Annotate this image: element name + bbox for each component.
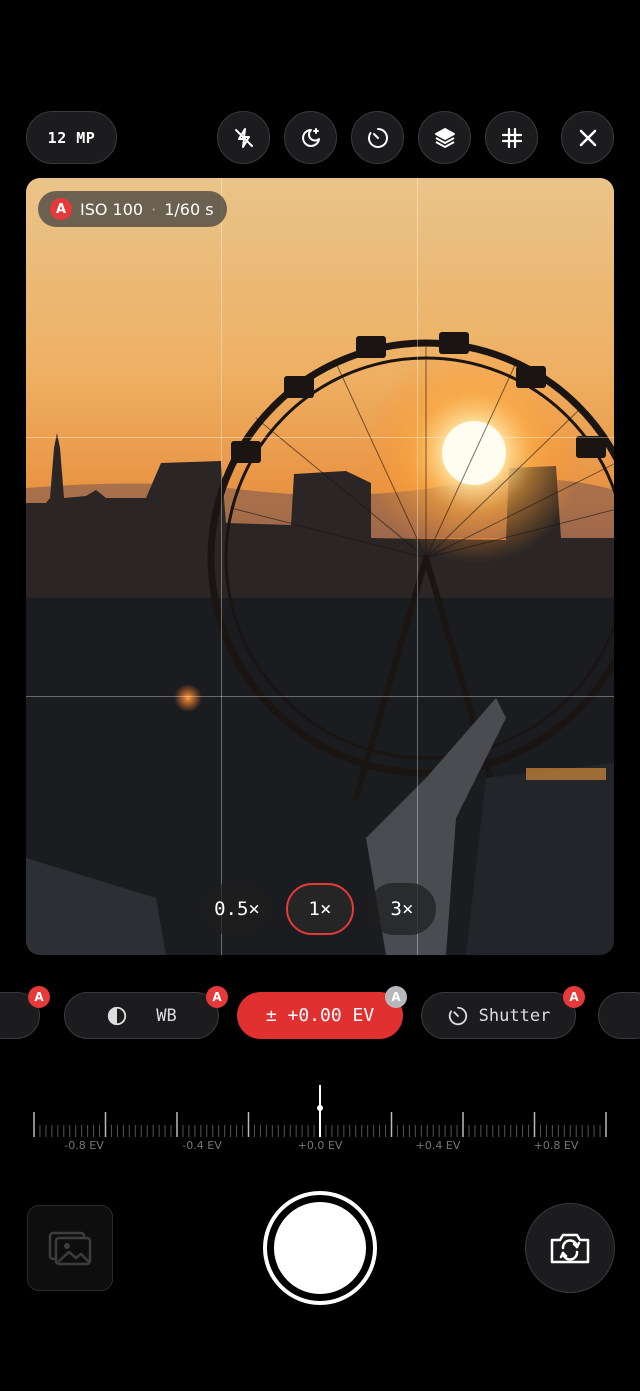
ev-tick-label: -0.8 EV: [64, 1139, 104, 1152]
night-mode-icon: [301, 127, 320, 147]
shutter-speed-value: 1/60 s: [164, 199, 214, 219]
auto-indicator: A: [50, 198, 72, 220]
timer-icon: [367, 127, 388, 148]
ev-label: ± +0.00 EV: [265, 1005, 375, 1026]
camera-viewfinder[interactable]: A ISO 100 · 1/60 s 0.5× 1× 3×: [26, 178, 614, 955]
timer-button[interactable]: [351, 111, 404, 164]
ev-tick-label: +0.8 EV: [533, 1139, 579, 1152]
close-icon: [579, 129, 596, 146]
zoom-0.5x-button[interactable]: 0.5×: [203, 883, 271, 935]
ev-slider-ticks: [33, 1085, 607, 1137]
flash-button[interactable]: [217, 111, 270, 164]
grid-line: [26, 696, 614, 697]
ev-indicator-dot: [317, 1105, 323, 1111]
ev-tick-label: -0.4 EV: [182, 1139, 222, 1152]
layers-icon: [434, 127, 455, 148]
resolution-button[interactable]: 12 MP: [26, 111, 117, 164]
gallery-button[interactable]: [27, 1205, 113, 1291]
auto-badge: A: [28, 986, 50, 1008]
flip-camera-button[interactable]: [525, 1203, 615, 1293]
shutter-button-inner: [274, 1202, 366, 1294]
flip-camera-icon: [550, 1233, 590, 1264]
auto-badge: A: [563, 986, 585, 1008]
auto-badge: A: [206, 986, 228, 1008]
separator: ·: [151, 199, 157, 219]
timer-icon: [448, 1006, 467, 1025]
zoom-1x-button[interactable]: 1×: [286, 883, 354, 935]
wb-label: WB: [156, 1005, 177, 1026]
manual-controls-strip[interactable]: A WB A ± +0.00 EV A Shutter A: [0, 986, 640, 1046]
ev-slider[interactable]: -0.8 EV -0.4 EV +0.0 EV +0.4 EV +0.8 EV: [30, 1085, 610, 1155]
next-control-chip[interactable]: [598, 992, 640, 1039]
grid-line: [417, 178, 418, 955]
zoom-selector: 0.5× 1× 3×: [26, 883, 614, 935]
shutter-label: Shutter: [478, 1005, 551, 1026]
flash-off-icon: [234, 127, 253, 148]
ev-tick-label: +0.0 EV: [297, 1139, 343, 1152]
grid-line: [221, 178, 222, 955]
auto-badge: A: [385, 986, 407, 1008]
top-bar: 12 MP: [0, 111, 640, 166]
shutter-speed-button[interactable]: Shutter: [421, 992, 576, 1039]
grid-button[interactable]: [485, 111, 538, 164]
close-button[interactable]: [561, 111, 614, 164]
grid-line: [26, 437, 614, 438]
layers-button[interactable]: [418, 111, 471, 164]
exposure-readout[interactable]: A ISO 100 · 1/60 s: [38, 191, 227, 227]
zoom-3x-button[interactable]: 3×: [368, 883, 436, 935]
night-mode-button[interactable]: [284, 111, 337, 164]
grid-icon: [501, 127, 522, 148]
gallery-icon: [48, 1231, 92, 1266]
iso-value: ISO 100: [80, 199, 144, 219]
sunset-ferris-wheel-scene: [26, 178, 614, 955]
ev-tick-label: +0.4 EV: [415, 1139, 461, 1152]
white-balance-button[interactable]: WB: [64, 992, 219, 1039]
contrast-icon: [108, 1006, 127, 1025]
shutter-button[interactable]: [263, 1191, 377, 1305]
exposure-compensation-button[interactable]: ± +0.00 EV: [237, 992, 403, 1039]
